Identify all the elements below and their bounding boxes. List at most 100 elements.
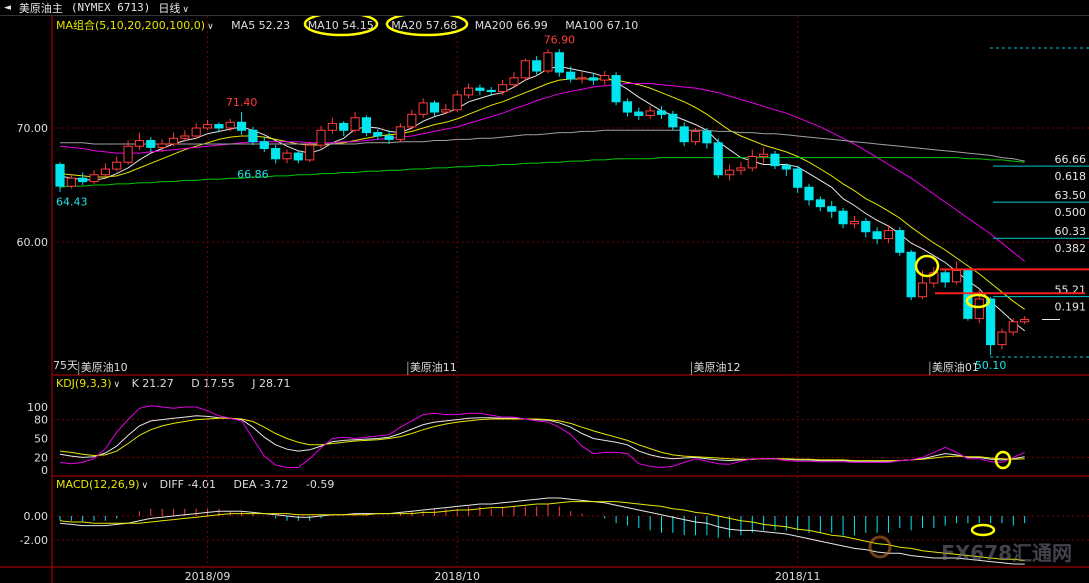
candle[interactable] bbox=[498, 84, 508, 93]
candle[interactable] bbox=[600, 75, 610, 81]
price-extreme-label: 64.43 bbox=[56, 195, 88, 208]
candle[interactable] bbox=[554, 52, 564, 73]
candle[interactable] bbox=[259, 141, 269, 150]
candle[interactable] bbox=[974, 298, 984, 319]
candle[interactable] bbox=[804, 186, 814, 201]
candle[interactable] bbox=[759, 153, 769, 158]
candle[interactable] bbox=[202, 124, 213, 129]
candle[interactable] bbox=[123, 145, 133, 163]
chart-toolbar: ◄ 美原油主 (NYMEX 6713) 日线 ∨ bbox=[0, 0, 1089, 16]
candle[interactable] bbox=[690, 130, 701, 143]
price-extreme-label: 76.90 bbox=[544, 33, 576, 46]
candle[interactable] bbox=[407, 113, 417, 128]
candle[interactable] bbox=[475, 87, 485, 91]
candle[interactable] bbox=[543, 52, 553, 72]
candle[interactable] bbox=[112, 161, 122, 170]
candle[interactable] bbox=[577, 77, 587, 80]
date-axis-label: 2018/09 bbox=[185, 570, 231, 583]
candle[interactable] bbox=[861, 220, 871, 233]
collapse-icon[interactable]: ◄ bbox=[4, 3, 11, 13]
candle[interactable] bbox=[622, 101, 633, 113]
candle[interactable] bbox=[736, 167, 746, 171]
candle[interactable] bbox=[180, 135, 190, 139]
candle[interactable] bbox=[463, 87, 474, 96]
candle[interactable] bbox=[78, 177, 88, 183]
candle[interactable] bbox=[350, 117, 360, 131]
candle[interactable] bbox=[532, 60, 542, 72]
candle[interactable] bbox=[668, 113, 678, 128]
candle[interactable] bbox=[679, 126, 689, 143]
candle[interactable] bbox=[441, 109, 451, 113]
candle[interactable] bbox=[963, 270, 973, 319]
ma10-line bbox=[59, 78, 1025, 310]
annotation-ellipse bbox=[385, 16, 469, 37]
candle[interactable] bbox=[293, 152, 303, 161]
candle[interactable] bbox=[566, 71, 576, 80]
candle[interactable] bbox=[986, 298, 996, 346]
candle[interactable] bbox=[100, 168, 110, 176]
candle[interactable] bbox=[1020, 319, 1030, 323]
candle[interactable] bbox=[214, 124, 224, 129]
chevron-down-icon: ∨ bbox=[182, 4, 189, 15]
candle[interactable] bbox=[656, 110, 667, 115]
candle[interactable] bbox=[781, 165, 791, 170]
candle[interactable] bbox=[588, 77, 598, 81]
candle[interactable] bbox=[236, 121, 247, 131]
price-extreme-label: 66.86 bbox=[237, 168, 269, 181]
candle[interactable] bbox=[611, 75, 621, 103]
fib-ratio-label: 0.500 bbox=[1055, 206, 1087, 219]
candle[interactable] bbox=[1008, 321, 1018, 333]
candle[interactable] bbox=[815, 199, 825, 208]
candle[interactable] bbox=[906, 251, 916, 298]
candle[interactable] bbox=[89, 174, 99, 183]
candle[interactable] bbox=[305, 144, 315, 161]
candle[interactable] bbox=[191, 127, 201, 137]
candle[interactable] bbox=[66, 177, 76, 187]
candle[interactable] bbox=[827, 206, 837, 212]
candle[interactable] bbox=[361, 117, 372, 134]
candle[interactable] bbox=[486, 89, 496, 93]
candle[interactable] bbox=[713, 142, 723, 176]
fib-price-label: 60.33 bbox=[1055, 225, 1087, 238]
candle[interactable] bbox=[940, 272, 950, 283]
candle[interactable] bbox=[384, 135, 394, 140]
candle[interactable] bbox=[724, 169, 735, 176]
period-select[interactable]: 日线 ∨ bbox=[158, 0, 189, 16]
candle[interactable] bbox=[951, 270, 962, 283]
candle[interactable] bbox=[55, 163, 65, 187]
candle[interactable] bbox=[168, 137, 179, 145]
candle[interactable] bbox=[146, 140, 156, 148]
candle[interactable] bbox=[838, 210, 848, 225]
candle[interactable] bbox=[634, 111, 644, 116]
candle[interactable] bbox=[872, 231, 882, 240]
candle[interactable] bbox=[316, 129, 326, 146]
candle[interactable] bbox=[770, 153, 780, 167]
candle[interactable] bbox=[282, 152, 292, 160]
candle[interactable] bbox=[883, 230, 894, 240]
candle[interactable] bbox=[248, 129, 258, 143]
candle[interactable] bbox=[520, 60, 530, 79]
candle[interactable] bbox=[452, 94, 462, 111]
candle[interactable] bbox=[645, 110, 655, 116]
candle[interactable] bbox=[997, 331, 1007, 346]
candle[interactable] bbox=[327, 122, 337, 131]
candle[interactable] bbox=[747, 156, 757, 169]
candle[interactable] bbox=[339, 122, 349, 131]
candle[interactable] bbox=[134, 140, 145, 147]
candle[interactable] bbox=[849, 220, 860, 225]
candle[interactable] bbox=[373, 132, 383, 137]
candle[interactable] bbox=[917, 282, 928, 298]
candle[interactable] bbox=[429, 102, 440, 113]
candle[interactable] bbox=[225, 121, 235, 129]
candle[interactable] bbox=[793, 168, 803, 188]
kdj-axis-label: 80 bbox=[34, 414, 48, 427]
candle[interactable] bbox=[509, 77, 519, 86]
candle[interactable] bbox=[895, 230, 905, 253]
candlestick-chart[interactable]: 60.00 70.00 美原油10 美原油11 美原油12 美原油01 75天 64.43 66… bbox=[0, 16, 1089, 583]
candle[interactable] bbox=[418, 102, 428, 115]
candle[interactable] bbox=[157, 143, 167, 148]
candle[interactable] bbox=[702, 130, 712, 144]
candle[interactable] bbox=[395, 126, 406, 140]
candle[interactable] bbox=[271, 148, 281, 160]
symbol-name[interactable]: 美原油主 bbox=[19, 0, 63, 16]
